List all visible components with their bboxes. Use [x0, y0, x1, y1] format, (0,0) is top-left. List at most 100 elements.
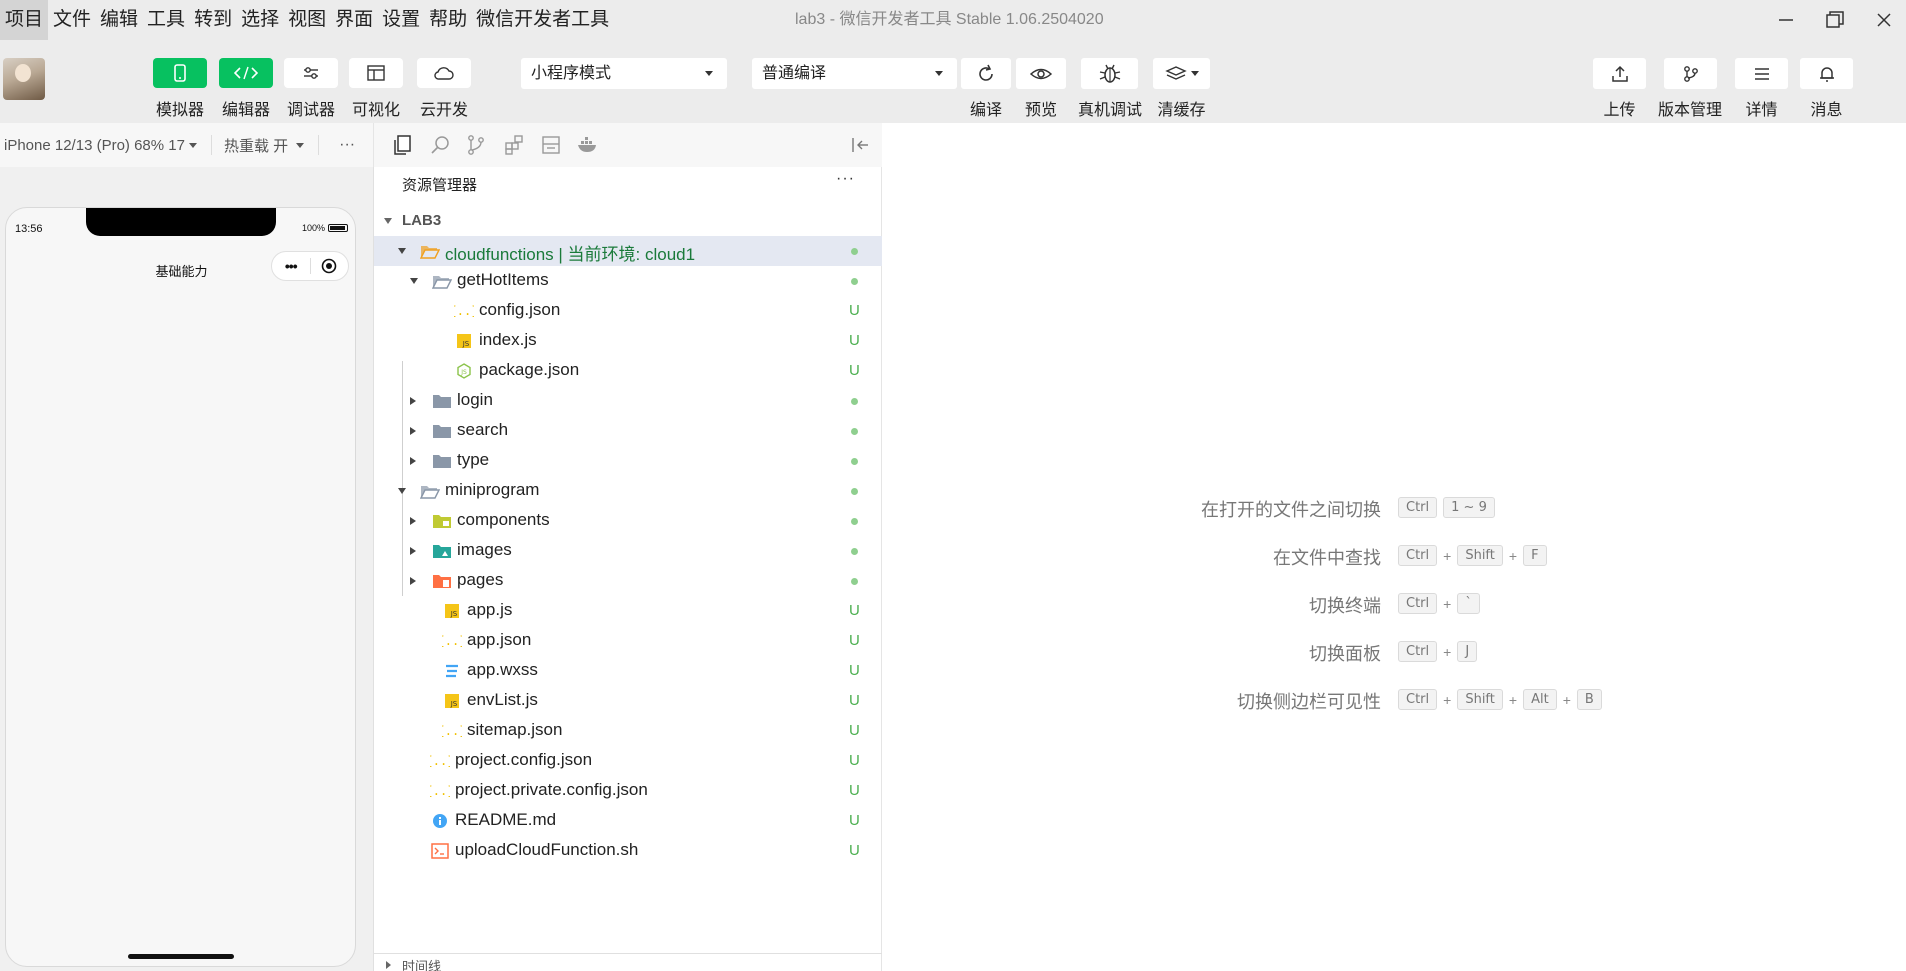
chevron-right-icon[interactable] [410, 397, 416, 405]
version-control-button[interactable] [1664, 58, 1717, 89]
chevron-right-icon[interactable] [410, 517, 416, 525]
avatar[interactable] [3, 58, 45, 100]
tree-item[interactable]: {..} project.config.json U [374, 746, 882, 776]
tree-item[interactable]: {..} config.json U [374, 296, 882, 326]
menu-item[interactable]: 帮助 [425, 0, 471, 40]
menu-item[interactable]: 工具 [143, 0, 189, 40]
tree-item[interactable]: JS package.json U [374, 356, 882, 386]
device-select[interactable]: iPhone 12/13 (Pro) 68% 17 [4, 137, 197, 154]
tree-item[interactable]: JS index.js U [374, 326, 882, 356]
hot-reload-select[interactable]: 热重载 开 [224, 135, 305, 156]
cloud-icon [434, 67, 454, 80]
tree-item[interactable]: getHotItems [374, 266, 882, 296]
close-button[interactable] [1870, 6, 1898, 34]
docker-tab[interactable] [576, 133, 600, 157]
tree-item[interactable]: JS envList.js U [374, 686, 882, 716]
menu-item[interactable]: 微信开发者工具 [472, 0, 613, 40]
chevron-down-icon[interactable] [398, 248, 406, 254]
menu-item[interactable]: 项目 [0, 0, 49, 40]
chevron-right-icon[interactable] [410, 427, 416, 435]
chevron-down-icon[interactable] [384, 218, 392, 224]
editor-button[interactable] [219, 58, 273, 88]
tree-item[interactable]: JS app.js U [374, 596, 882, 626]
tree-item[interactable]: {..} project.private.config.json U [374, 776, 882, 806]
tree-item[interactable]: {..} sitemap.json U [374, 716, 882, 746]
capsule-close-button[interactable] [310, 258, 348, 274]
cloud-button[interactable] [417, 58, 471, 88]
docker-icon [578, 137, 596, 152]
key-joiner: + [1443, 595, 1452, 612]
chevron-down-icon [1190, 71, 1199, 76]
chevron-right-icon [386, 961, 391, 969]
compile-select[interactable]: 普通编译 [752, 58, 957, 89]
js-file-icon: JS [454, 331, 474, 351]
git-status-badge: U [849, 332, 860, 349]
menu-item[interactable]: 文件 [49, 0, 95, 40]
extensions-tab[interactable] [502, 133, 526, 157]
tree-item[interactable]: images [374, 536, 882, 566]
simulator-button[interactable] [153, 58, 207, 88]
chevron-right-icon[interactable] [410, 457, 416, 465]
timeline-section[interactable]: 时间线 [374, 953, 882, 971]
visual-button[interactable] [349, 58, 403, 88]
menu-item[interactable]: 编辑 [96, 0, 142, 40]
tree-item[interactable]: miniprogram [374, 476, 882, 506]
collapse-sidebar-button[interactable] [848, 133, 872, 157]
tree-item[interactable]: pages [374, 566, 882, 596]
js-file-icon: JS [442, 691, 462, 711]
mode-select[interactable]: 小程序模式 [521, 58, 727, 89]
tree-item[interactable]: login [374, 386, 882, 416]
visual-label: 可视化 [351, 102, 400, 119]
files-icon [394, 135, 411, 155]
search-tab[interactable] [428, 133, 452, 157]
maximize-button[interactable] [1821, 6, 1849, 34]
explorer-more-button[interactable]: ··· [836, 170, 855, 188]
status-dot [851, 248, 858, 255]
tree-item-label: envList.js [467, 690, 538, 709]
tree-item[interactable]: cloudfunctions | 当前环境: cloud1 [374, 236, 882, 266]
status-time: 13:56 [15, 223, 43, 235]
tree-item-label: cloudfunctions | 当前环境: cloud1 [445, 245, 696, 264]
chevron-right-icon[interactable] [410, 547, 416, 555]
json-file-icon: {..} [454, 301, 474, 321]
messages-button[interactable] [1800, 58, 1853, 89]
tree-item-label: package.json [479, 360, 580, 379]
tree-item[interactable]: app.wxss U [374, 656, 882, 686]
menu-item[interactable]: 视图 [284, 0, 330, 40]
menu-item[interactable]: 转到 [190, 0, 236, 40]
tree-item[interactable]: README.md U [374, 806, 882, 836]
tree-item[interactable]: search [374, 416, 882, 446]
chevron-down-icon[interactable] [398, 488, 406, 494]
tree-item[interactable]: uploadCloudFunction.sh U [374, 836, 882, 866]
real-device-debug-button[interactable] [1081, 58, 1138, 89]
editor-area: 在打开的文件之间切换 Ctrl 1 ~ 9 在文件中查找 Ctrl + Shift + F 切换终… [883, 123, 1906, 971]
workspace-root[interactable]: LAB3 [402, 212, 441, 229]
folder-open-icon [420, 481, 440, 501]
menu-item[interactable]: 界面 [331, 0, 377, 40]
clear-cache-button[interactable] [1153, 58, 1210, 89]
menu-item[interactable]: 设置 [378, 0, 424, 40]
layers-icon [1164, 65, 1187, 80]
simulator-more-button[interactable]: ··· [339, 136, 355, 154]
upload-button[interactable] [1593, 58, 1646, 89]
debugger-button[interactable] [284, 58, 338, 88]
preview-button[interactable] [1016, 58, 1066, 89]
tree-item[interactable]: components [374, 506, 882, 536]
explorer-tab[interactable] [390, 133, 414, 157]
git-status-badge: U [849, 752, 860, 769]
source-control-tab[interactable] [464, 133, 488, 157]
version-control-label: 版本管理 [1657, 102, 1722, 119]
storage-tab[interactable] [539, 133, 563, 157]
details-button[interactable] [1735, 58, 1788, 89]
minimize-button[interactable] [1772, 6, 1800, 34]
chevron-down-icon[interactable] [410, 278, 418, 284]
tree-item[interactable]: type [374, 446, 882, 476]
menu-item[interactable]: 选择 [237, 0, 283, 40]
compile-button[interactable] [961, 58, 1011, 89]
shortcut-label: 切换侧边栏可见性 [1237, 692, 1381, 712]
key-joiner: + [1508, 691, 1518, 708]
capsule-more-button[interactable]: ••• [272, 258, 310, 274]
chevron-right-icon[interactable] [410, 577, 416, 585]
details-label: 详情 [1745, 102, 1778, 119]
tree-item[interactable]: {..} app.json U [374, 626, 882, 656]
